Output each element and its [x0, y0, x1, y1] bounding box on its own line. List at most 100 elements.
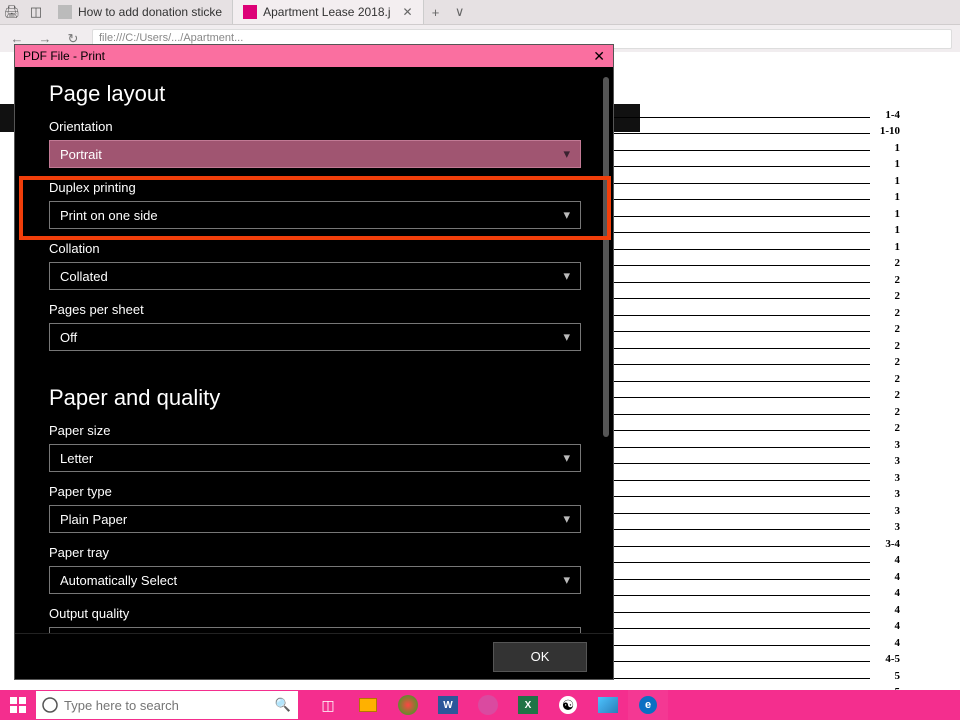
section-page-layout: Page layout — [49, 81, 579, 107]
pps-label: Pages per sheet — [49, 302, 579, 317]
paper-size-label: Paper size — [49, 423, 579, 438]
tab-howto[interactable]: How to add donation sticke — [48, 0, 233, 24]
pps-dropdown[interactable]: Off ▾ — [49, 323, 581, 351]
print-icon[interactable]: 🖨 — [0, 0, 24, 24]
duplex-label: Duplex printing — [49, 180, 579, 195]
close-icon[interactable]: ✕ — [593, 48, 605, 65]
chrome-icon[interactable] — [388, 690, 428, 720]
cortana-icon — [36, 691, 64, 719]
sidebar-icon[interactable]: ◫ — [24, 0, 48, 24]
toc-leader — [595, 430, 870, 431]
excel-icon[interactable]: X — [508, 690, 548, 720]
toc-page: 1 — [874, 158, 900, 170]
new-tab-button[interactable]: + — [424, 5, 448, 20]
ok-button[interactable]: OK — [493, 642, 587, 672]
chevron-down-icon: ▾ — [563, 511, 570, 527]
output-quality-label: Output quality — [49, 606, 579, 621]
chevron-down-icon: ▾ — [563, 450, 570, 466]
section-paper-quality: Paper and quality — [49, 385, 579, 411]
dialog-titlebar: PDF File - Print ✕ — [15, 45, 613, 67]
start-button[interactable] — [0, 690, 36, 720]
toc-page: 3 — [874, 455, 900, 467]
paper-type-label: Paper type — [49, 484, 579, 499]
toc-page: 1 — [874, 208, 900, 220]
paper-tray-value: Automatically Select — [60, 573, 177, 588]
toc-page: 2 — [874, 422, 900, 434]
toc-page: 3 — [874, 521, 900, 533]
favicon-icon — [58, 5, 72, 19]
chevron-down-icon: ▾ — [563, 268, 570, 284]
paper-size-value: Letter — [60, 451, 93, 466]
search-input[interactable] — [64, 698, 268, 713]
toc-page: 1-4 — [874, 109, 900, 121]
collation-dropdown[interactable]: Collated ▾ — [49, 262, 581, 290]
toc-leader — [592, 364, 870, 365]
toc-page: 1 — [874, 175, 900, 187]
favicon-icon — [243, 5, 257, 19]
toc-page: 1 — [874, 224, 900, 236]
yin-yang-icon[interactable]: ☯ — [548, 690, 588, 720]
taskbar: 🔍 ◫ W X ☯ e — [0, 690, 960, 720]
paper-size-dropdown[interactable]: Letter ▾ — [49, 444, 581, 472]
skype-icon[interactable] — [468, 690, 508, 720]
browser-tab-strip: 🖨 ◫ How to add donation sticke Apartment… — [0, 0, 960, 24]
paper-type-value: Plain Paper — [60, 512, 127, 527]
task-view-icon[interactable]: ◫ — [308, 690, 348, 720]
orientation-label: Orientation — [49, 119, 579, 134]
toc-page: 2 — [874, 340, 900, 352]
toc-leader — [585, 661, 870, 662]
tab-overflow-icon[interactable]: ∨ — [448, 4, 472, 20]
orientation-dropdown[interactable]: Portrait ▾ — [49, 140, 581, 168]
scrollbar[interactable] — [603, 77, 609, 437]
toc-row: 5 — [440, 682, 900, 691]
paper-tray-dropdown[interactable]: Automatically Select ▾ — [49, 566, 581, 594]
collation-value: Collated — [60, 269, 108, 284]
toc-page: 4 — [874, 554, 900, 566]
tab-label: Apartment Lease 2018.j — [263, 5, 390, 19]
toc-page: 2 — [874, 290, 900, 302]
toc-page: 2 — [874, 274, 900, 286]
edge-icon[interactable]: e — [628, 690, 668, 720]
toc-page: 2 — [874, 323, 900, 335]
toc-page: 3-4 — [874, 538, 900, 550]
toc-page: 3 — [874, 472, 900, 484]
toc-page: 1-10 — [874, 125, 900, 137]
paper-tray-label: Paper tray — [49, 545, 579, 560]
close-icon[interactable]: ✕ — [403, 5, 413, 19]
toc-page: 4 — [874, 620, 900, 632]
chevron-down-icon: ▾ — [563, 329, 570, 345]
toc-page: 4 — [874, 587, 900, 599]
toc-page: 2 — [874, 307, 900, 319]
toc-page: 3 — [874, 439, 900, 451]
toc-page: 4 — [874, 637, 900, 649]
tab-label: How to add donation sticke — [78, 5, 222, 19]
photos-icon[interactable] — [588, 690, 628, 720]
duplex-dropdown[interactable]: Print on one side ▾ — [49, 201, 581, 229]
toc-page: 2 — [874, 406, 900, 418]
duplex-value: Print on one side — [60, 208, 158, 223]
search-icon[interactable]: 🔍 — [268, 697, 298, 713]
word-icon[interactable]: W — [428, 690, 468, 720]
toc-page: 2 — [874, 257, 900, 269]
print-dialog: PDF File - Print ✕ Page layout Orientati… — [14, 44, 614, 680]
chevron-down-icon: ▾ — [563, 572, 570, 588]
chevron-down-icon: ▾ — [563, 207, 570, 223]
ok-label: OK — [531, 649, 550, 664]
file-explorer-icon[interactable] — [348, 690, 388, 720]
toc-page: 4-5 — [874, 653, 900, 665]
toc-page: 4 — [874, 604, 900, 616]
toc-page: 2 — [874, 389, 900, 401]
toc-page: 2 — [874, 356, 900, 368]
tab-apartment-lease[interactable]: Apartment Lease 2018.j ✕ — [233, 0, 423, 24]
collation-label: Collation — [49, 241, 579, 256]
pps-value: Off — [60, 330, 77, 345]
toc-page: 5 — [874, 670, 900, 682]
toc-page: 2 — [874, 373, 900, 385]
dialog-title: PDF File - Print — [23, 49, 105, 63]
toc-page: 1 — [874, 241, 900, 253]
toc-page: 3 — [874, 505, 900, 517]
taskbar-search[interactable]: 🔍 — [36, 691, 298, 719]
output-quality-dropdown[interactable] — [49, 627, 581, 633]
paper-type-dropdown[interactable]: Plain Paper ▾ — [49, 505, 581, 533]
toc-page: 1 — [874, 191, 900, 203]
